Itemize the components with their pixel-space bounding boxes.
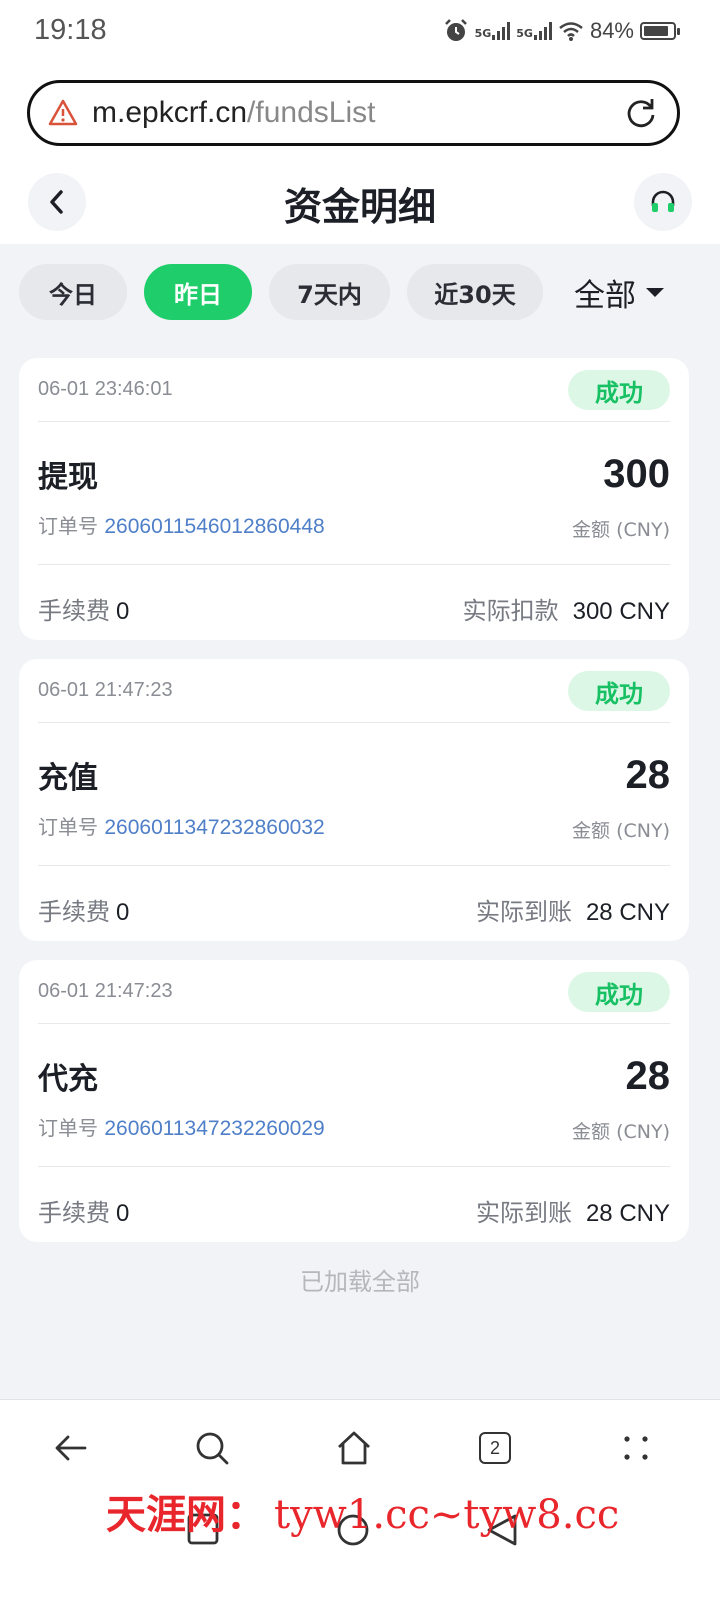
record-type: 充值 [38, 761, 98, 796]
amount-label: 金额 (CNY) [572, 1121, 670, 1143]
order-label: 订单号 [38, 1116, 98, 1140]
url-host: m.epkcrf.cn [92, 96, 248, 129]
fee-value: 0 [116, 1200, 130, 1227]
order-number-row: 订单号 2606011546012860448 [38, 510, 325, 539]
headset-icon [651, 190, 675, 212]
signal-icon: 5G [516, 22, 552, 40]
url-path: /fundsList [247, 96, 376, 129]
fee-label: 手续费 [38, 1199, 110, 1227]
browser-home-button[interactable] [330, 1424, 378, 1472]
back-arrow-icon [55, 1435, 87, 1461]
record-time: 06-01 21:47:23 [38, 980, 173, 1002]
filter-chip-yesterday[interactable]: 昨日 [144, 264, 252, 320]
type-dropdown[interactable]: 全部 [574, 270, 664, 315]
browser-menu-button[interactable] [612, 1424, 660, 1472]
fee-row: 手续费 0 [38, 892, 129, 927]
watermark-urls: tyw1.cc~tyw8.cc [274, 1492, 620, 1538]
status-badge: 成功 [568, 671, 670, 711]
watermark-site-name: 天涯网： [106, 1491, 266, 1538]
fee-row: 手续费 0 [38, 1193, 129, 1228]
caret-down-icon [646, 287, 664, 297]
status-icons: 5G 5G 84% [443, 18, 680, 44]
record-amount: 28 [625, 753, 671, 797]
actual-row: 实际扣款 300 CNY [463, 591, 670, 626]
browser-tabs-button[interactable]: 2 [471, 1424, 519, 1472]
record-amount: 28 [625, 1054, 671, 1098]
record-type: 提现 [38, 460, 98, 495]
alarm-icon [444, 19, 467, 41]
fee-label: 手续费 [38, 898, 110, 926]
record-type: 代充 [38, 1062, 98, 1097]
actual-row: 实际到账 28 CNY [476, 1193, 670, 1228]
amount-label: 金额 (CNY) [572, 519, 670, 541]
order-number-row: 订单号 2606011347232860032 [38, 811, 325, 840]
order-number-row: 订单号 2606011347232260029 [38, 1112, 325, 1141]
browser-toolbar: 2 [0, 1399, 720, 1495]
amount-label: 金额 (CNY) [572, 820, 670, 842]
search-icon [196, 1432, 229, 1465]
home-icon [338, 1431, 370, 1465]
page-header: 资金明细 [0, 160, 720, 244]
actual-label: 实际扣款 [462, 597, 559, 625]
funds-list-content: 今日 昨日 7天内 近30天 全部 06-01 23:46:01 成功 提现 订… [0, 244, 720, 1399]
page-title: 资金明细 [283, 185, 436, 229]
status-bar: 19:18 5G 5G 84% [0, 0, 720, 70]
customer-service-button[interactable] [634, 173, 692, 231]
browser-back-button[interactable] [47, 1424, 95, 1472]
actual-value: 28 CNY [585, 1200, 670, 1227]
type-dropdown-label: 全部 [574, 277, 636, 314]
order-number[interactable]: 2606011347232260029 [104, 1117, 324, 1140]
menu-dots-icon [624, 1436, 648, 1460]
signal-icon: 5G [475, 22, 511, 40]
order-number[interactable]: 2606011347232860032 [104, 816, 324, 839]
order-number[interactable]: 2606011546012860448 [104, 515, 324, 538]
actual-label: 实际到账 [475, 898, 572, 926]
tabs-icon: 2 [479, 1432, 511, 1464]
warning-icon[interactable] [48, 98, 78, 128]
record-time: 06-01 23:46:01 [38, 378, 173, 400]
fee-row: 手续费 0 [38, 591, 129, 626]
fund-record-card[interactable]: 06-01 23:46:01 成功 提现 订单号 260601154601286… [19, 358, 689, 640]
status-badge: 成功 [568, 972, 670, 1012]
battery-text: 84% [589, 18, 634, 43]
actual-label: 实际到账 [475, 1199, 572, 1227]
actual-value: 300 CNY [572, 598, 670, 625]
record-amount: 300 [603, 452, 670, 496]
status-time: 19:18 [34, 14, 107, 46]
list-end-text: 已加载全部 [300, 1268, 420, 1296]
fee-value: 0 [116, 899, 130, 926]
fee-label: 手续费 [38, 597, 110, 625]
actual-value: 28 CNY [585, 899, 670, 926]
fee-value: 0 [116, 598, 130, 625]
record-time: 06-01 21:47:23 [38, 679, 173, 701]
status-badge: 成功 [568, 370, 670, 410]
actual-row: 实际到账 28 CNY [476, 892, 670, 927]
url-text[interactable]: m.epkcrf.cn/fundsList [92, 96, 623, 130]
filter-chip-7days[interactable]: 7天内 [269, 264, 390, 320]
address-bar[interactable]: m.epkcrf.cn/fundsList [27, 80, 680, 146]
filter-chip-30days[interactable]: 近30天 [407, 264, 543, 320]
browser-search-button[interactable] [188, 1424, 236, 1472]
fund-record-card[interactable]: 06-01 21:47:23 成功 充值 订单号 260601134723286… [19, 659, 689, 941]
battery-icon [640, 22, 680, 40]
date-filter-bar: 今日 昨日 7天内 近30天 全部 [19, 264, 664, 320]
filter-chip-today[interactable]: 今日 [19, 264, 127, 320]
order-label: 订单号 [38, 514, 98, 538]
reload-icon[interactable] [623, 95, 659, 131]
order-label: 订单号 [38, 815, 98, 839]
watermark: 天涯网： tyw1.cc~tyw8.cc [106, 1482, 619, 1540]
fund-record-card[interactable]: 06-01 21:47:23 成功 代充 订单号 260601134723226… [19, 960, 689, 1242]
wifi-icon [559, 22, 583, 41]
